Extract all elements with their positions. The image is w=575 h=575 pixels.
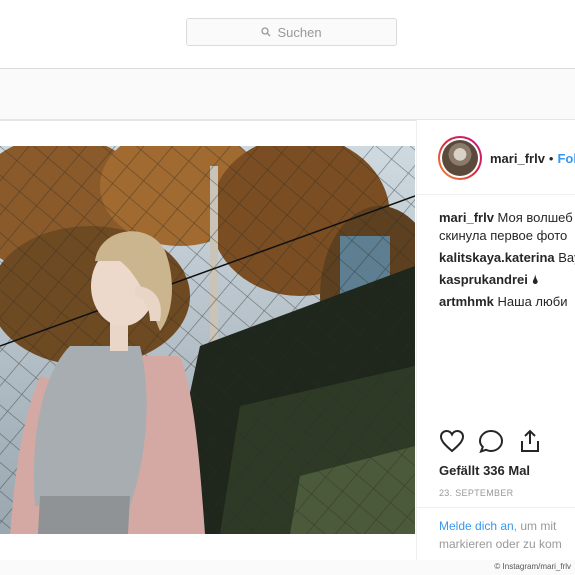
divider: [416, 194, 575, 195]
login-text-line2: markieren oder zu kom: [439, 537, 562, 551]
share-icon[interactable]: [517, 429, 543, 453]
post-date: 23. SEPTEMBER: [439, 488, 514, 498]
divider: [416, 507, 575, 508]
comment-text: Наша люби: [497, 294, 568, 309]
comment-user[interactable]: kalitskaya.katerina: [439, 250, 555, 265]
photo-illustration: [0, 146, 415, 534]
comments-list: mari_frlv Моя волшеб скинула первое фото…: [439, 209, 575, 311]
comment-text: Моя волшеб: [497, 210, 573, 225]
post-actions: [439, 429, 543, 453]
comment-text: Bay: [558, 250, 575, 265]
comment-icon[interactable]: [478, 429, 504, 453]
comment-item: artmhmk Наша люби: [439, 293, 575, 311]
post-username[interactable]: mari_frlv: [490, 151, 545, 166]
comment-continuation: скинула первое фото: [439, 228, 568, 243]
avatar-image: [442, 140, 478, 176]
footer-bar: [0, 560, 575, 575]
search-icon: [261, 27, 271, 37]
comment-item: kalitskaya.katerina Bay: [439, 249, 575, 267]
search-input[interactable]: Suchen: [186, 18, 397, 46]
search-placeholder: Suchen: [277, 24, 322, 40]
comment-item: mari_frlv Моя волшеб: [439, 209, 575, 227]
stories-strip: [0, 69, 575, 120]
comment-user[interactable]: mari_frlv: [439, 210, 494, 225]
post-photo[interactable]: [0, 146, 415, 534]
avatar-frame: [440, 138, 480, 178]
comment-item: kasprukandrei 🌢: [439, 271, 575, 289]
heart-icon[interactable]: [439, 429, 465, 453]
top-navigation-bar: Suchen: [0, 0, 575, 69]
likes-count[interactable]: Gefällt 336 Mal: [439, 463, 530, 478]
login-link[interactable]: Melde dich an: [439, 519, 514, 533]
post-header: mari_frlv • Fol: [438, 134, 575, 182]
avatar[interactable]: [438, 136, 482, 180]
login-text: , um mit: [513, 519, 557, 533]
follow-button[interactable]: Fol: [557, 151, 575, 166]
comment-text: 🌢: [531, 272, 540, 287]
comment-user[interactable]: kasprukandrei: [439, 272, 528, 287]
photo-credit: © Instagram/mari_frlv: [494, 562, 571, 571]
separator-dot: •: [548, 150, 554, 166]
comment-user[interactable]: artmhmk: [439, 294, 494, 309]
login-prompt: Melde dich an, um mit markieren oder zu …: [439, 517, 575, 553]
